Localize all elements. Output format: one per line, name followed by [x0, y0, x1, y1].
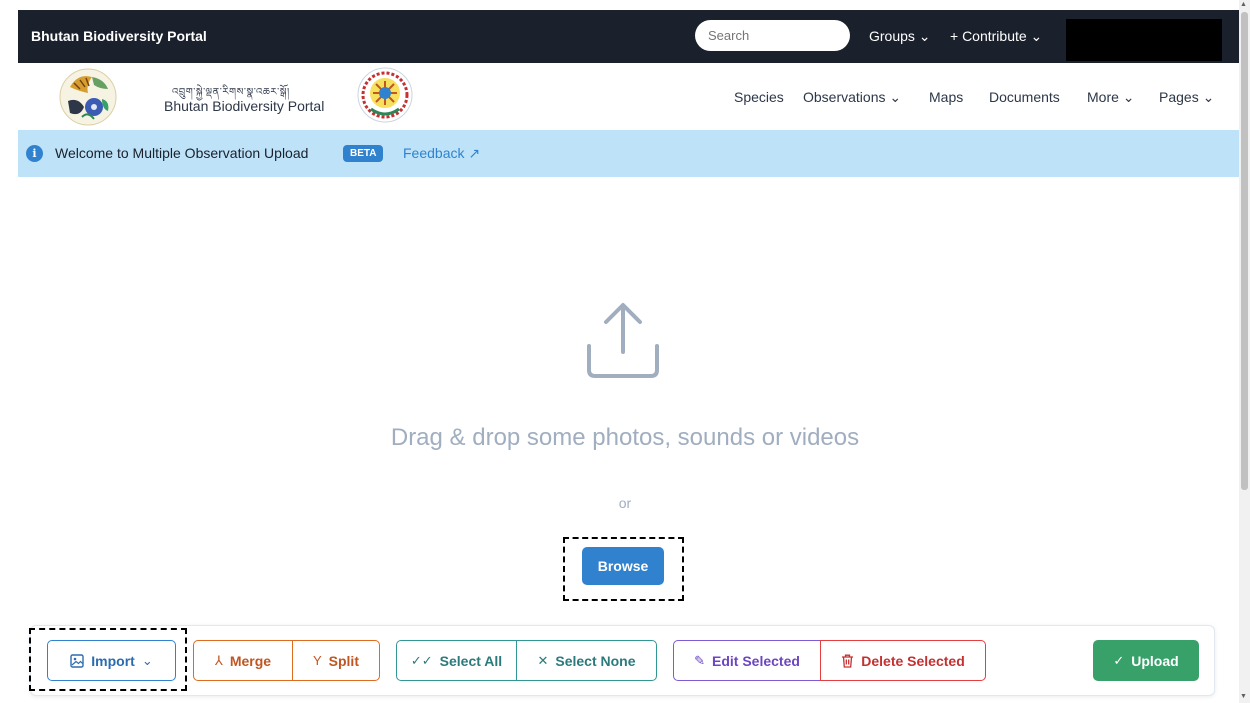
groups-menu[interactable]: Groups ⌄: [869, 10, 931, 63]
info-banner: i Welcome to Multiple Observation Upload…: [18, 130, 1239, 177]
split-label: Split: [328, 652, 359, 669]
scroll-down-arrow-icon[interactable]: ▼: [1240, 693, 1247, 700]
beta-badge: BETA: [343, 145, 384, 162]
upload-label: Upload: [1131, 652, 1179, 669]
contribute-menu[interactable]: + Contribute ⌄: [950, 10, 1042, 63]
check-icon: ✓: [1113, 652, 1125, 668]
trash-icon: [842, 654, 854, 668]
edit-selected-label: Edit Selected: [711, 652, 800, 669]
or-text: or: [618, 495, 632, 511]
nav-pages[interactable]: Pages ⌄: [1159, 63, 1214, 131]
nav-maps[interactable]: Maps: [929, 63, 963, 131]
split-button[interactable]: Y Split: [292, 640, 380, 681]
search-input[interactable]: [695, 20, 850, 51]
scroll-up-arrow-icon[interactable]: ▲: [1240, 1, 1247, 8]
scrollbar-thumb[interactable]: [1241, 12, 1248, 490]
chevron-down-icon: ⌄: [141, 652, 153, 668]
select-all-button[interactable]: ✓✓ Select All: [396, 640, 517, 681]
portal-logo-icon[interactable]: [58, 67, 118, 127]
upload-button[interactable]: ✓ Upload: [1093, 640, 1199, 681]
welcome-text: Welcome to Multiple Observation Upload: [55, 145, 309, 161]
nav-observations[interactable]: Observations ⌄: [803, 63, 901, 131]
delete-selected-label: Delete Selected: [861, 652, 965, 669]
split-icon: Y: [312, 653, 322, 668]
delete-selected-button[interactable]: Delete Selected: [820, 640, 986, 681]
site-header: འབྲུག་སྐྱེ་ལྡན་རིགས་སྣ་འཆར་སྒོ། Bhutan B…: [18, 63, 1239, 130]
image-icon: [70, 653, 84, 668]
feedback-link[interactable]: Feedback ↗: [403, 130, 480, 177]
portal-name[interactable]: Bhutan Biodiversity Portal: [164, 98, 324, 114]
browse-button[interactable]: Browse: [582, 547, 664, 585]
nav-species[interactable]: Species: [734, 63, 784, 131]
user-menu-redacted[interactable]: [1066, 19, 1222, 61]
drag-drop-text: Drag & drop some photos, sounds or video…: [390, 424, 860, 451]
select-none-label: Select None: [555, 652, 636, 669]
close-icon: ✕: [537, 652, 549, 668]
select-none-button[interactable]: ✕ Select None: [516, 640, 657, 681]
info-icon: i: [26, 145, 43, 162]
edit-selected-button[interactable]: ✎ Edit Selected: [673, 640, 821, 681]
select-all-label: Select All: [439, 652, 503, 669]
import-label: Import: [91, 652, 135, 669]
top-navbar: Bhutan Biodiversity Portal Groups ⌄ + Co…: [18, 10, 1239, 63]
pencil-icon: ✎: [694, 652, 705, 668]
upload-icon: [587, 303, 659, 378]
nav-documents[interactable]: Documents: [989, 63, 1060, 131]
bhutan-emblem-icon: [357, 67, 413, 123]
brand-link[interactable]: Bhutan Biodiversity Portal: [31, 10, 207, 63]
double-check-icon: ✓✓: [410, 652, 433, 668]
import-button[interactable]: Import ⌄: [47, 640, 176, 681]
merge-button[interactable]: ⅄ Merge: [193, 640, 293, 681]
nav-more[interactable]: More ⌄: [1087, 63, 1135, 131]
merge-label: Merge: [229, 652, 272, 669]
merge-icon: ⅄: [214, 652, 223, 668]
